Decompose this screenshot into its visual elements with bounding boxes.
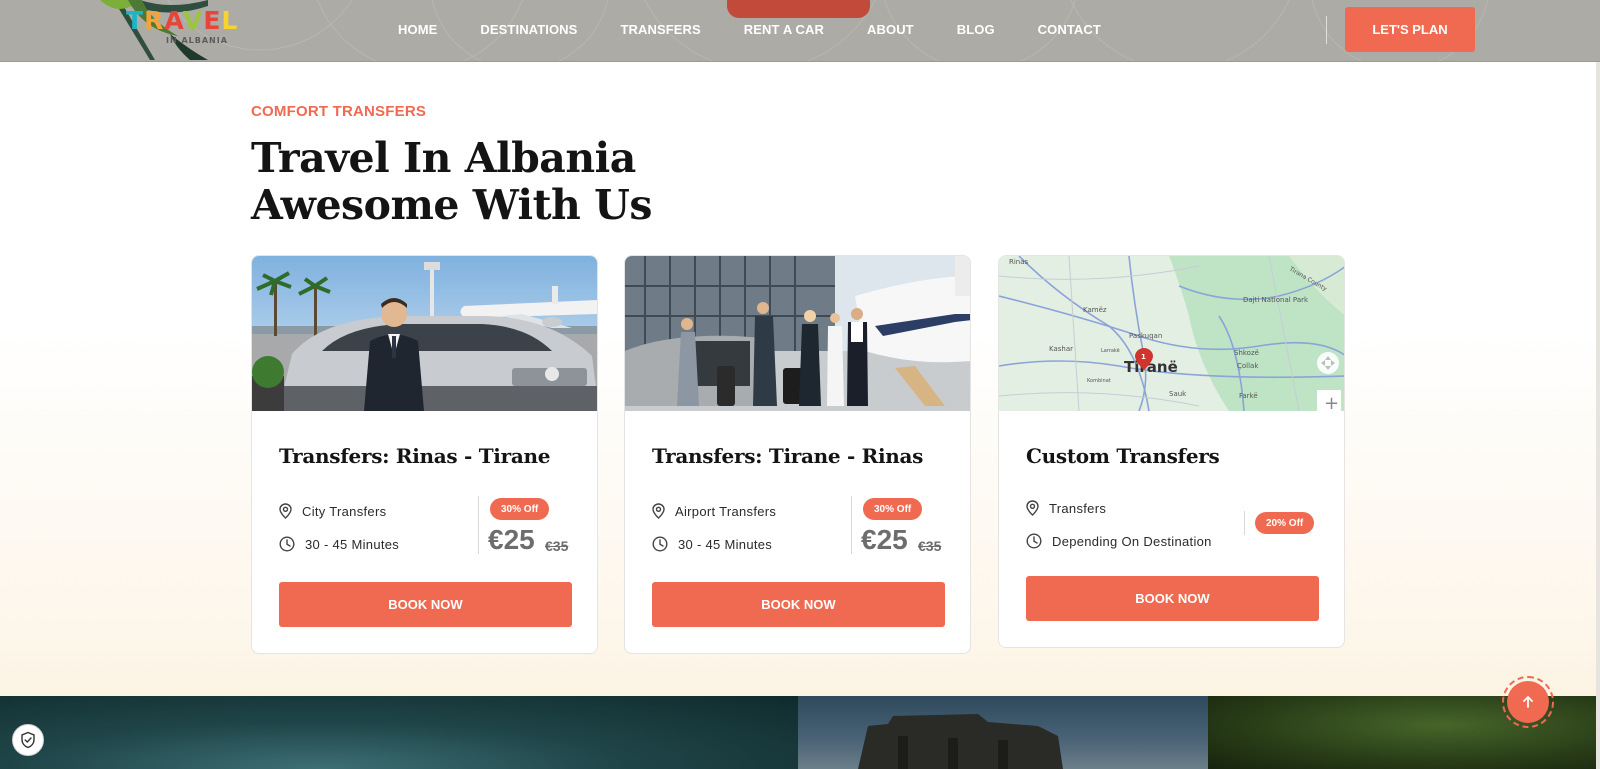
nav-item-rent-a-car[interactable]: RENT A CAR xyxy=(744,22,824,37)
section-eyebrow: COMFORT TRANSFERS xyxy=(251,103,427,120)
destinations-image-strip xyxy=(0,696,1600,769)
card-location-text: Airport Transfers xyxy=(675,503,777,519)
book-now-button[interactable]: BOOK NOW xyxy=(1026,576,1319,621)
card-map[interactable]: Rinas Kamëz Paskuqan Kashar Larrakë Shko… xyxy=(999,256,1344,411)
scroll-to-top-inner xyxy=(1507,681,1549,723)
card-title[interactable]: Transfers: Rinas - Tirane xyxy=(279,444,550,468)
map-marker-number: 1 xyxy=(1141,353,1146,361)
map-label-kamez: Kamëz xyxy=(1083,306,1107,314)
card-title[interactable]: Transfers: Tirane - Rinas xyxy=(652,444,923,468)
section-title-line-2: Awesome With Us xyxy=(251,181,652,229)
price-current: €25 xyxy=(488,524,535,555)
site-logo[interactable]: TRAVEL IN ALBANIA xyxy=(80,0,250,61)
strip-image-ruins[interactable] xyxy=(798,696,1208,769)
price-current: €25 xyxy=(861,524,908,555)
discount-badge: 30% Off xyxy=(863,498,923,520)
card-location-row: Transfers xyxy=(1026,500,1106,516)
transfer-card: Transfers: Rinas - Tirane City Transfers… xyxy=(251,255,598,654)
nav-item-destinations[interactable]: DESTINATIONS xyxy=(480,22,577,37)
nav-item-transfers[interactable]: TRANSFERS xyxy=(620,22,700,37)
map-pin-icon xyxy=(652,503,665,519)
map-label-sauk: Sauk xyxy=(1169,390,1187,398)
strip-image-sea[interactable] xyxy=(0,696,798,769)
card-image-private-jet[interactable] xyxy=(625,256,970,411)
card-location-row: Airport Transfers xyxy=(652,503,776,519)
clock-icon xyxy=(1026,533,1042,549)
main-nav: HOME DESTINATIONS TRANSFERS RENT A CAR A… xyxy=(398,0,1144,58)
map-zoom-in-label: + xyxy=(1324,393,1339,411)
privacy-settings-button[interactable] xyxy=(12,724,44,756)
card-location-text: City Transfers xyxy=(302,503,387,519)
card-location-row: City Transfers xyxy=(279,503,386,519)
tirana-map: Rinas Kamëz Paskuqan Kashar Larrakë Shko… xyxy=(999,256,1344,411)
card-title[interactable]: Custom Transfers xyxy=(1026,444,1220,468)
clock-icon xyxy=(652,536,668,552)
price-original: €35 xyxy=(545,538,569,554)
discount-badge: 30% Off xyxy=(490,498,550,520)
card-duration-text: Depending On Destination xyxy=(1052,533,1212,549)
chauffeur-car-photo xyxy=(252,256,597,411)
map-label-larrake: Larrakë xyxy=(1101,348,1120,354)
price-divider xyxy=(851,496,852,554)
book-now-button[interactable]: BOOK NOW xyxy=(279,582,572,627)
map-label-shkoze: Shkozë xyxy=(1234,349,1259,357)
section-title: Travel In Albania Awesome With Us xyxy=(251,135,771,229)
site-header: TRAVEL IN ALBANIA HOME DESTINATIONS TRAN… xyxy=(0,0,1600,62)
map-pin-icon xyxy=(1026,500,1039,516)
map-pan-control-icon[interactable] xyxy=(1317,352,1339,374)
nav-item-home[interactable]: HOME xyxy=(398,22,437,37)
logo-letter: T xyxy=(126,6,145,35)
nav-item-contact[interactable]: CONTACT xyxy=(1038,22,1101,37)
logo-letter: V xyxy=(182,6,204,35)
scroll-to-top-button[interactable] xyxy=(1502,676,1554,728)
ruins-silhouette xyxy=(858,714,1063,769)
transfer-card: Transfers: Tirane - Rinas Airport Transf… xyxy=(624,255,971,654)
card-location-text: Transfers xyxy=(1049,500,1107,516)
logo-wordmark: TRAVEL xyxy=(126,8,238,33)
book-now-button[interactable]: BOOK NOW xyxy=(652,582,945,627)
logo-letter: L xyxy=(221,6,239,35)
map-label-farke: Farkë xyxy=(1239,392,1258,400)
map-label-dajti: Dajti National Park xyxy=(1243,296,1309,304)
card-duration-row: 30 - 45 Minutes xyxy=(279,536,399,552)
map-label-kashar: Kashar xyxy=(1049,345,1073,353)
map-label-rinas: Rinas xyxy=(1009,258,1029,266)
section-title-line-1: Travel In Albania xyxy=(251,134,636,182)
discount-badge: 20% Off xyxy=(1255,512,1315,534)
logo-letter: R xyxy=(144,6,165,35)
price-original: €35 xyxy=(918,538,942,554)
price-divider xyxy=(478,496,479,554)
clock-icon xyxy=(279,536,295,552)
map-label-collak: Çollak xyxy=(1237,362,1259,370)
arrow-up-icon xyxy=(1523,696,1533,708)
card-duration-row: Depending On Destination xyxy=(1026,533,1212,549)
logo-letter: E xyxy=(203,6,222,35)
map-label-paskuqan: Paskuqan xyxy=(1129,332,1162,340)
nav-item-blog[interactable]: BLOG xyxy=(957,22,995,37)
logo-letter: A xyxy=(164,6,183,35)
transfer-card: Rinas Kamëz Paskuqan Kashar Larrakë Shko… xyxy=(998,255,1345,648)
map-pin-icon xyxy=(279,503,292,519)
card-duration-text: 30 - 45 Minutes xyxy=(678,536,773,552)
card-duration-text: 30 - 45 Minutes xyxy=(305,536,400,552)
price-divider xyxy=(1244,511,1245,535)
nav-divider xyxy=(1326,16,1327,44)
private-jet-arrival-photo xyxy=(625,256,970,411)
logo-tagline: IN ALBANIA xyxy=(166,36,228,45)
nav-item-about[interactable]: ABOUT xyxy=(867,22,914,37)
shield-check-icon xyxy=(21,731,35,749)
card-duration-row: 30 - 45 Minutes xyxy=(652,536,772,552)
map-label-kombinat: Kombinat xyxy=(1087,378,1111,384)
card-image-chauffeur[interactable] xyxy=(252,256,597,411)
page-scrollbar[interactable] xyxy=(1596,0,1600,769)
lets-plan-button[interactable]: LET'S PLAN xyxy=(1345,7,1475,52)
